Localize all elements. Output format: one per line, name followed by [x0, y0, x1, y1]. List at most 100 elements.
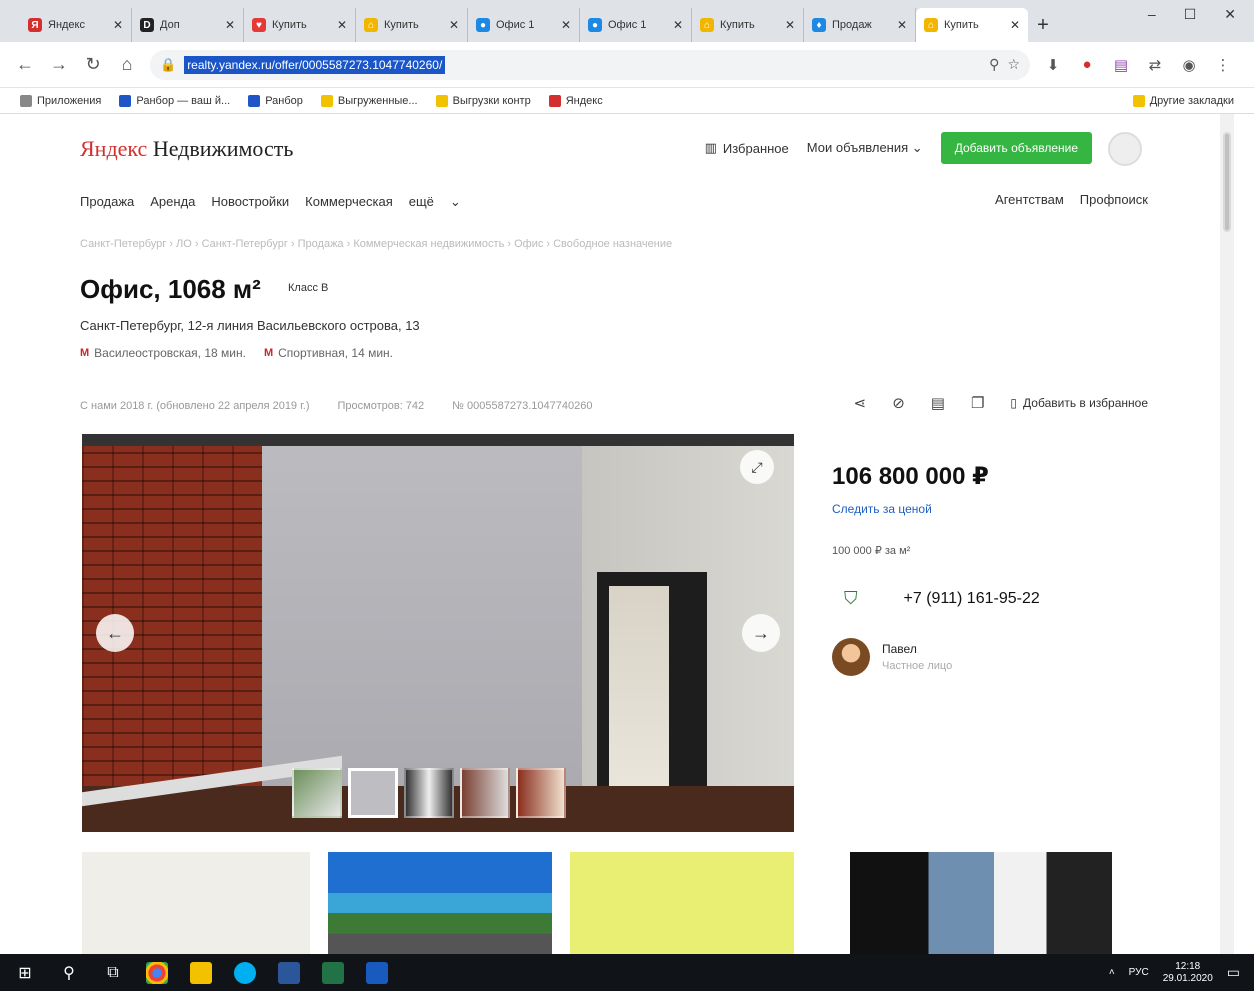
extension-icon[interactable]: ⬇: [1042, 56, 1064, 74]
close-tab-icon[interactable]: ✕: [113, 18, 123, 32]
search-icon[interactable]: ⚲: [989, 56, 999, 73]
menu-icon[interactable]: ⋮: [1212, 56, 1234, 74]
photo-thumbnail[interactable]: [516, 768, 566, 818]
nav-item[interactable]: Аренда: [150, 194, 195, 210]
print-icon[interactable]: ▤: [931, 394, 945, 412]
bookmark-other[interactable]: Другие закладки: [1132, 94, 1234, 107]
prev-photo-button[interactable]: ←: [96, 614, 134, 652]
favorites-link[interactable]: ▥ Избранное: [705, 140, 789, 156]
excel-icon[interactable]: [322, 961, 344, 984]
nav-item[interactable]: ещё: [409, 194, 434, 210]
address-bar[interactable]: 🔒 realty.yandex.ru/offer/0005587273.1047…: [150, 49, 1030, 80]
next-photo-button[interactable]: →: [742, 614, 780, 652]
track-price-link[interactable]: Следить за ценой: [832, 502, 932, 516]
user-avatar[interactable]: [1108, 132, 1142, 166]
nav-item[interactable]: Агентствам: [995, 192, 1064, 207]
search-icon[interactable]: ⚲: [58, 963, 80, 983]
breadcrumb[interactable]: Санкт-Петербург › ЛО › Санкт-Петербург ›…: [80, 238, 672, 250]
close-tab-icon[interactable]: ✕: [449, 18, 459, 32]
home-icon[interactable]: ⌂: [116, 54, 138, 75]
maximize-icon[interactable]: ☐: [1184, 6, 1197, 23]
add-to-favorites-button[interactable]: ▯ Добавить в избранное: [1010, 396, 1148, 410]
scrollbar[interactable]: [1220, 114, 1234, 954]
scrollbar-thumb[interactable]: [1223, 132, 1231, 232]
close-tab-icon[interactable]: ✕: [897, 18, 907, 32]
chevron-up-icon[interactable]: ˄: [1109, 967, 1115, 978]
new-tab-button[interactable]: +: [1028, 8, 1058, 42]
photo-gallery[interactable]: ← → ⤢: [82, 434, 794, 832]
map-tile[interactable]: [82, 852, 310, 954]
browser-tab[interactable]: ⌂ Купить ✕: [916, 8, 1028, 42]
browser-tab[interactable]: ⌂ Купить ✕: [692, 8, 804, 42]
listing-address[interactable]: Санкт-Петербург, 12-я линия Васильевског…: [80, 318, 420, 333]
browser-tab[interactable]: ⌂ Купить ✕: [356, 8, 468, 42]
minimize-icon[interactable]: –: [1148, 6, 1156, 23]
task-view-icon[interactable]: ⧉: [102, 964, 124, 982]
price-per-m2: 100 000 ₽ за м²: [832, 545, 911, 557]
site-logo[interactable]: Яндекс Недвижимость: [80, 136, 293, 162]
bookmark-item[interactable]: Яндекс: [548, 94, 603, 107]
close-tab-icon[interactable]: ✕: [785, 18, 795, 32]
url-text[interactable]: realty.yandex.ru/offer/0005587273.104774…: [184, 55, 446, 74]
browser-tab[interactable]: ♦ Продаж ✕: [804, 8, 916, 42]
street-view-tile[interactable]: [328, 852, 552, 954]
close-tab-icon[interactable]: ✕: [225, 18, 235, 32]
close-tab-icon[interactable]: ✕: [673, 18, 683, 32]
lock-icon[interactable]: 🔒: [160, 57, 176, 73]
clock[interactable]: 12:18 29.01.2020: [1163, 961, 1213, 985]
bookmark-item[interactable]: Выгруженные...: [320, 94, 418, 107]
close-tab-icon[interactable]: ✕: [561, 18, 571, 32]
folder-icon[interactable]: [190, 961, 212, 984]
photo-thumbnail[interactable]: [348, 768, 398, 818]
phone-number[interactable]: +7 (911) 161-95-22: [904, 590, 1040, 608]
extension-icon[interactable]: ▤: [1110, 56, 1132, 74]
share-icon[interactable]: ⋖: [854, 394, 867, 412]
photo-thumbnail[interactable]: [292, 768, 342, 818]
bookmark-item[interactable]: Приложения: [20, 94, 101, 107]
word-icon[interactable]: [366, 961, 388, 984]
photo-thumbnail[interactable]: [460, 768, 510, 818]
profile-icon[interactable]: ◉: [1178, 56, 1200, 74]
metro-station[interactable]: M Василеостровская, 18 мин.: [80, 346, 246, 360]
browser-tab[interactable]: ● Офис 1 ✕: [580, 8, 692, 42]
seller-name: Павел: [882, 642, 917, 656]
copy-icon[interactable]: ❐: [971, 394, 984, 412]
forward-icon[interactable]: →: [48, 54, 70, 75]
chrome-icon[interactable]: [146, 961, 168, 984]
extension-icon[interactable]: ●: [1076, 56, 1098, 73]
map-tile[interactable]: [570, 852, 794, 954]
photo-thumbnail[interactable]: [404, 768, 454, 818]
hide-icon[interactable]: ⊘: [892, 394, 905, 412]
browser-tab[interactable]: ● Офис 1 ✕: [468, 8, 580, 42]
translate-icon[interactable]: ⇄: [1144, 56, 1166, 74]
nav-item[interactable]: Профпоиск: [1080, 192, 1148, 207]
nav-item[interactable]: Продажа: [80, 194, 134, 210]
browser-tab[interactable]: Я Яндекс ✕: [20, 8, 132, 42]
back-icon[interactable]: ←: [14, 54, 36, 75]
nav-item[interactable]: Коммерческая: [305, 194, 393, 210]
close-window-icon[interactable]: ✕: [1224, 6, 1236, 23]
close-tab-icon[interactable]: ✕: [1010, 18, 1020, 32]
reload-icon[interactable]: ↻: [82, 54, 104, 75]
tab-title: Купить: [944, 19, 979, 31]
language-indicator[interactable]: РУС: [1129, 967, 1149, 978]
bookmark-item[interactable]: Ранбор: [248, 94, 303, 107]
bookmark-item[interactable]: Выгрузки контр: [435, 94, 531, 107]
browser-tab[interactable]: D Доп ✕: [132, 8, 244, 42]
thumbnail-strip: [292, 768, 566, 818]
my-listings-dropdown[interactable]: Мои объявления ⌄: [807, 140, 923, 156]
notifications-icon[interactable]: ▭: [1227, 964, 1240, 981]
chevron-down-icon[interactable]: ⌄: [450, 194, 461, 210]
metro-station[interactable]: M Спортивная, 14 мин.: [264, 346, 393, 360]
building-photo-tile[interactable]: [850, 852, 1112, 954]
fullscreen-button[interactable]: ⤢: [740, 450, 774, 484]
add-listing-button[interactable]: Добавить объявление: [940, 132, 1092, 164]
bookmark-item[interactable]: Ранбор — ваш й...: [119, 94, 230, 107]
app-icon[interactable]: [278, 961, 300, 984]
windows-start-icon[interactable]: ⊞: [14, 963, 36, 983]
close-tab-icon[interactable]: ✕: [337, 18, 347, 32]
browser-tab[interactable]: ♥ Купить ✕: [244, 8, 356, 42]
skype-icon[interactable]: [234, 961, 256, 984]
star-icon[interactable]: ☆: [1007, 56, 1020, 73]
nav-item[interactable]: Новостройки: [211, 194, 289, 210]
